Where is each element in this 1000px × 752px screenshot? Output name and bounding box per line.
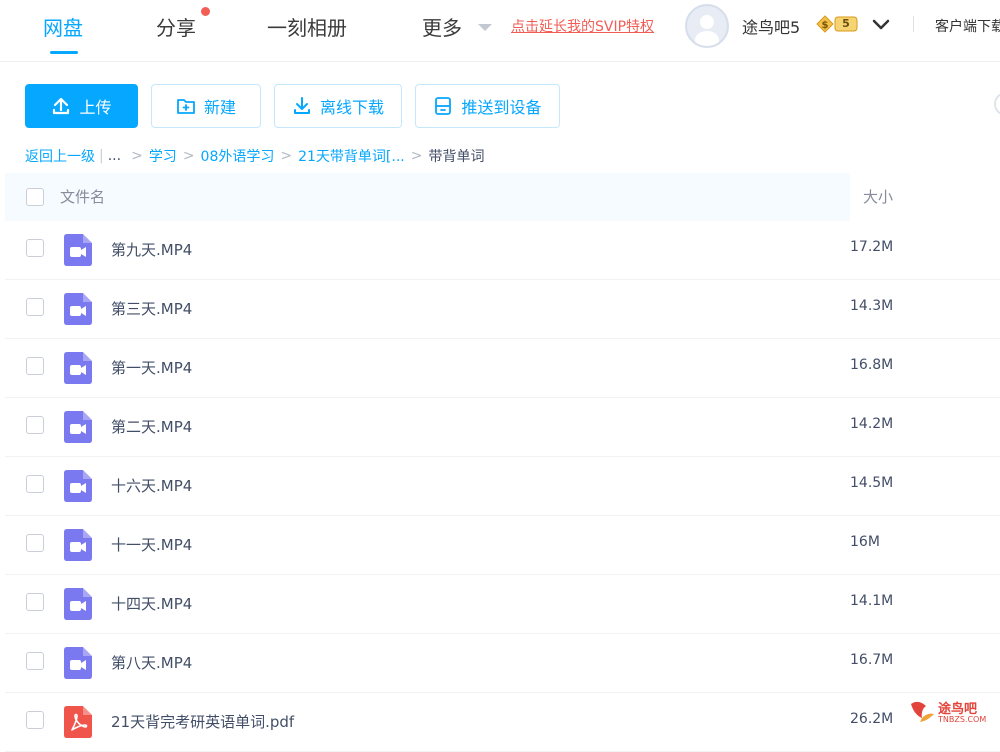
file-size: 14.5M <box>850 475 894 491</box>
breadcrumb-item-study[interactable]: 学习 <box>149 146 177 166</box>
partial-circle-control[interactable] <box>994 92 1000 116</box>
device-icon <box>435 97 452 115</box>
watermark-logo: 途鸟吧 TNBZS.COM <box>908 696 998 728</box>
nav-tab-more[interactable]: 更多 <box>422 12 462 41</box>
share-notification-dot <box>201 7 210 16</box>
avatar[interactable] <box>685 4 729 48</box>
svip-renew-link[interactable]: 点击延长我的SVIP特权 <box>511 16 654 36</box>
breadcrumb: 返回上一级 | ... > 学习 > 08外语学习 > 21天带背单词[... … <box>25 146 484 166</box>
row-checkbox[interactable] <box>26 475 44 493</box>
column-header-size[interactable]: 大小 <box>863 186 893 207</box>
table-row[interactable]: 21天背完考研英语单词.pdf 26.2M <box>5 693 1000 752</box>
row-checkbox[interactable] <box>26 239 44 257</box>
video-file-icon <box>64 411 92 443</box>
row-checkbox[interactable] <box>26 711 44 729</box>
watermark-bird-icon <box>911 701 934 722</box>
file-size: 16.7M <box>850 652 894 668</box>
video-file-icon <box>64 293 92 325</box>
video-file-icon <box>64 647 92 679</box>
video-file-icon <box>64 588 92 620</box>
file-size: 14.2M <box>850 416 894 432</box>
top-nav-bar: 网盘 分享 一刻相册 更多 点击延长我的SVIP特权 途鸟吧5 $ 5 客户端下… <box>0 0 1000 62</box>
table-row[interactable]: 第九天.MP4 17.2M <box>5 221 1000 280</box>
table-row[interactable]: 十四天.MP4 14.1M <box>5 575 1000 634</box>
breadcrumb-separator: > <box>182 148 195 164</box>
video-file-icon <box>64 529 92 561</box>
breadcrumb-back-link[interactable]: 返回上一级 <box>25 146 95 166</box>
breadcrumb-item-foreign-language[interactable]: 08外语学习 <box>201 146 275 166</box>
push-to-device-button-label: 推送到设备 <box>461 98 542 117</box>
row-checkbox[interactable] <box>26 534 44 552</box>
user-avatar-icon <box>695 15 719 46</box>
pdf-file-icon <box>64 706 92 738</box>
video-file-icon <box>64 352 92 384</box>
push-to-device-button[interactable]: 推送到设备 <box>415 84 560 128</box>
table-row[interactable]: 十六天.MP4 14.5M <box>5 457 1000 516</box>
file-name[interactable]: 第九天.MP4 <box>111 239 192 260</box>
breadcrumb-separator: > <box>280 148 293 164</box>
upload-button-label: 上传 <box>79 98 112 117</box>
table-row[interactable]: 第三天.MP4 14.3M <box>5 280 1000 339</box>
file-size: 14.1M <box>850 593 894 609</box>
file-size: 16M <box>850 534 880 550</box>
breadcrumb-pipe: | <box>99 148 104 164</box>
nav-tab-share[interactable]: 分享 <box>156 12 196 41</box>
new-folder-button-label: 新建 <box>203 98 236 117</box>
row-checkbox[interactable] <box>26 298 44 316</box>
breadcrumb-current: 带背单词 <box>428 149 485 165</box>
file-name[interactable]: 第八天.MP4 <box>111 652 192 673</box>
topbar-divider <box>913 16 914 32</box>
svg-text:$: $ <box>822 20 829 31</box>
file-table-header: 文件名 大小 <box>5 173 1000 221</box>
table-row[interactable]: 十一天.MP4 16M <box>5 516 1000 575</box>
file-list: 第九天.MP4 17.2M 第三天.MP4 14.3M 第一天.MP4 16.8M 第二天.… <box>5 221 1000 752</box>
video-file-icon <box>64 234 92 266</box>
file-name[interactable]: 十六天.MP4 <box>111 475 192 496</box>
breadcrumb-ellipsis[interactable]: ... <box>108 148 121 164</box>
video-file-icon <box>64 470 92 502</box>
nav-active-indicator <box>50 51 78 54</box>
vip-level-number: 5 <box>842 17 850 30</box>
file-name[interactable]: 十一天.MP4 <box>111 534 192 555</box>
file-name[interactable]: 十四天.MP4 <box>111 593 192 614</box>
row-checkbox[interactable] <box>26 652 44 670</box>
upload-button[interactable]: 上传 <box>25 84 138 128</box>
file-name[interactable]: 第二天.MP4 <box>111 416 192 437</box>
nav-tab-netdisk[interactable]: 网盘 <box>43 12 83 41</box>
file-name[interactable]: 第一天.MP4 <box>111 357 192 378</box>
nav-tab-album[interactable]: 一刻相册 <box>267 12 347 41</box>
select-all-checkbox[interactable] <box>26 188 44 206</box>
username[interactable]: 途鸟吧5 <box>742 14 800 38</box>
offline-download-button-label: 离线下载 <box>319 98 384 117</box>
column-header-filename[interactable]: 文件名 <box>60 186 105 207</box>
file-name[interactable]: 21天背完考研英语单词.pdf <box>111 711 294 732</box>
client-download-link[interactable]: 客户端下载 <box>935 16 1000 36</box>
chevron-down-icon[interactable] <box>871 14 891 34</box>
row-checkbox[interactable] <box>26 416 44 434</box>
file-size: 14.3M <box>850 298 894 314</box>
file-name[interactable]: 第三天.MP4 <box>111 298 192 319</box>
offline-download-button[interactable]: 离线下载 <box>274 84 402 128</box>
file-size: 26.2M <box>850 711 894 727</box>
new-folder-button[interactable]: 新建 <box>151 84 261 128</box>
file-size: 16.8M <box>850 357 894 373</box>
table-row[interactable]: 第八天.MP4 16.7M <box>5 634 1000 693</box>
breadcrumb-separator: > <box>410 148 423 164</box>
watermark-subtext: TNBZS.COM <box>938 715 987 724</box>
row-checkbox[interactable] <box>26 357 44 375</box>
download-icon <box>293 97 310 114</box>
table-row[interactable]: 第一天.MP4 16.8M <box>5 339 1000 398</box>
row-checkbox[interactable] <box>26 593 44 611</box>
new-folder-icon <box>177 99 195 114</box>
caret-down-icon[interactable] <box>478 24 492 31</box>
table-row[interactable]: 第二天.MP4 14.2M <box>5 398 1000 457</box>
breadcrumb-separator: > <box>131 148 143 164</box>
upload-icon <box>53 97 70 115</box>
file-size: 17.2M <box>850 239 894 255</box>
breadcrumb-item-21days[interactable]: 21天带背单词[... <box>298 146 405 166</box>
